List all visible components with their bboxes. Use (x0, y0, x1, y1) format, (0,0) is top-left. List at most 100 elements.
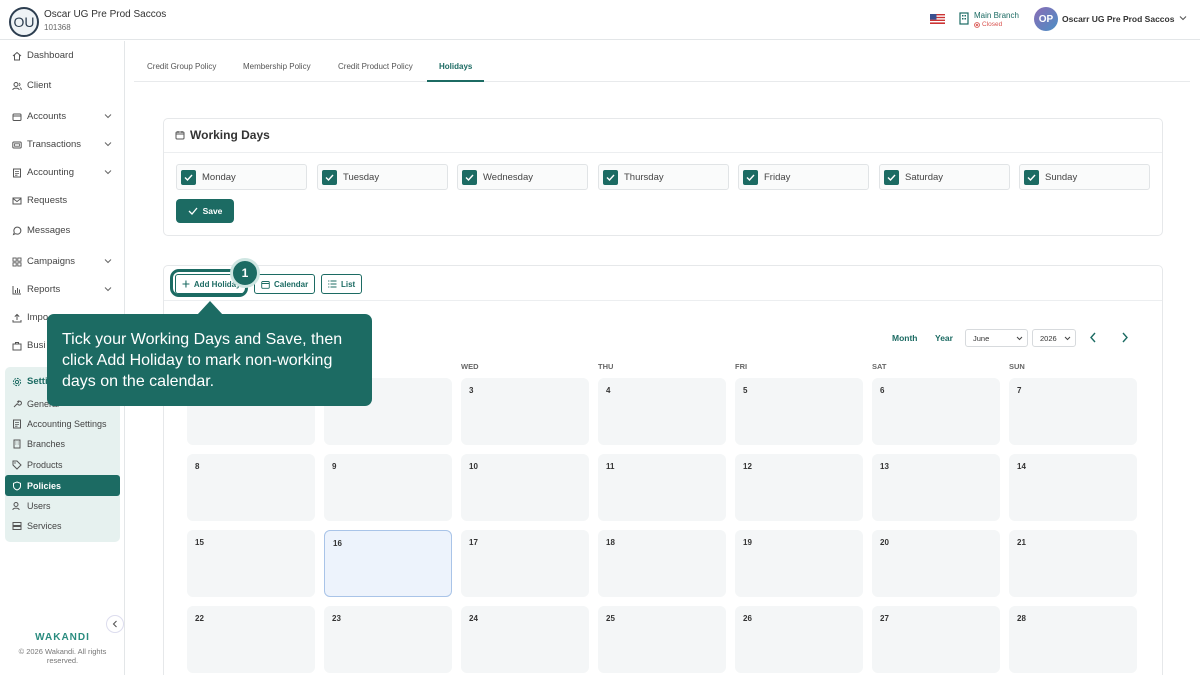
sidebar-item-campaigns[interactable]: Campaigns (12, 256, 112, 267)
sidebar-item-messages[interactable]: Messages (12, 225, 112, 236)
building-icon (13, 439, 21, 449)
divider (164, 152, 1162, 153)
calendar-day-cell[interactable]: 5 (735, 378, 863, 445)
calendar-day-cell[interactable]: 13 (872, 454, 1000, 521)
day-number: 22 (195, 614, 204, 623)
calendar-day-cell[interactable]: 27 (872, 606, 1000, 673)
gear-icon (12, 377, 22, 386)
chart-icon (12, 285, 21, 294)
sidebar-item-accounting[interactable]: Accounting (12, 167, 112, 178)
check-icon[interactable] (181, 169, 196, 185)
check-icon[interactable] (603, 169, 618, 185)
calendar-day-cell[interactable]: 12 (735, 454, 863, 521)
day-checkbox-thursday[interactable]: Thursday (598, 164, 729, 190)
day-number: 8 (195, 462, 200, 471)
prev-month-button[interactable] (1089, 332, 1097, 343)
day-number: 4 (606, 386, 611, 395)
calendar-day-cell[interactable]: 11 (598, 454, 726, 521)
sidebar-subitem-services[interactable]: Services (12, 521, 62, 531)
working-days-card: Working Days Monday Tuesday Wednesday Th… (163, 118, 1163, 236)
day-checkbox-friday[interactable]: Friday (738, 164, 869, 190)
tab-membership-policy[interactable]: Membership Policy (243, 62, 311, 71)
list-view-button[interactable]: List (321, 274, 363, 294)
sidebar-item-reports[interactable]: Reports (12, 284, 112, 295)
calendar-day-cell[interactable]: 14 (1009, 454, 1137, 521)
chevron-down-icon (104, 114, 112, 119)
user-name[interactable]: Oscarr UG Pre Prod Saccos (1062, 14, 1174, 24)
calendar-day-cell[interactable]: 19 (735, 530, 863, 597)
calendar-day-cell[interactable]: 15 (187, 530, 315, 597)
chevron-down-icon (104, 142, 112, 147)
year-select[interactable]: 2026 (1032, 329, 1076, 347)
check-icon[interactable] (1024, 169, 1039, 185)
calendar-day-cell[interactable]: 28 (1009, 606, 1137, 673)
month-select[interactable]: June (965, 329, 1028, 347)
day-checkbox-sunday[interactable]: Sunday (1019, 164, 1150, 190)
sidebar-subitem-products[interactable]: Products (12, 460, 63, 470)
tooltip-arrow (197, 301, 223, 315)
calendar-view-button[interactable]: Calendar (254, 274, 316, 294)
tab-holidays[interactable]: Holidays (439, 62, 472, 71)
calendar-day-cell[interactable]: 8 (187, 454, 315, 521)
calendar-day-cell[interactable]: 22 (187, 606, 315, 673)
next-month-button[interactable] (1121, 332, 1129, 343)
save-button[interactable]: Save (176, 199, 234, 223)
tab-credit-product-policy[interactable]: Credit Product Policy (338, 62, 413, 71)
year-view-toggle[interactable]: Year (935, 333, 953, 343)
sidebar-item-requests[interactable]: Requests (12, 195, 112, 206)
calendar-day-cell[interactable]: 6 (872, 378, 1000, 445)
sidebar-subitem-users[interactable]: Users (12, 501, 51, 511)
calendar-day-cell[interactable]: 3 (461, 378, 589, 445)
step-badge: 1 (230, 258, 260, 288)
day-label: Tuesday (343, 171, 380, 183)
calendar-icon (261, 280, 270, 289)
day-checkbox-monday[interactable]: Monday (176, 164, 307, 190)
day-checkbox-wednesday[interactable]: Wednesday (457, 164, 588, 190)
top-bar: OU Oscar UG Pre Prod Saccos 101368 Main … (0, 0, 1200, 40)
us-flag-icon[interactable] (930, 14, 945, 24)
avatar[interactable]: OP (1034, 7, 1058, 31)
day-checkbox-saturday[interactable]: Saturday (879, 164, 1010, 190)
day-number: 9 (332, 462, 337, 471)
sidebar-subitem-policies[interactable]: Policies (5, 475, 120, 496)
check-icon[interactable] (462, 169, 477, 185)
calendar-day-cell[interactable]: 17 (461, 530, 589, 597)
active-tab-indicator (427, 80, 484, 82)
calendar-day-cell[interactable]: 25 (598, 606, 726, 673)
day-number: 27 (880, 614, 889, 623)
calendar-day-cell[interactable]: 4 (598, 378, 726, 445)
sidebar-item-client[interactable]: Client (12, 80, 112, 91)
calendar-day-cell[interactable]: 7 (1009, 378, 1137, 445)
weekday-header: THU (598, 362, 614, 371)
chevron-down-icon (1016, 336, 1023, 340)
check-icon[interactable] (884, 169, 899, 185)
sidebar-subitem-branches[interactable]: Branches (12, 439, 65, 449)
day-checkbox-tuesday[interactable]: Tuesday (317, 164, 448, 190)
sidebar-item-dashboard[interactable]: Dashboard (12, 50, 112, 61)
sidebar-subitem-accounting-settings[interactable]: Accounting Settings (12, 419, 107, 429)
collapse-sidebar-button[interactable] (106, 615, 124, 633)
day-number: 5 (743, 386, 748, 395)
calendar-day-cell[interactable]: 23 (324, 606, 452, 673)
sidebar-item-transactions[interactable]: Transactions (12, 139, 112, 150)
tab-credit-group-policy[interactable]: Credit Group Policy (147, 62, 216, 71)
check-icon[interactable] (743, 169, 758, 185)
weekday-header: WED (461, 362, 479, 371)
check-icon[interactable] (322, 169, 337, 185)
calendar-day-cell[interactable]: 18 (598, 530, 726, 597)
calendar-day-cell[interactable]: 21 (1009, 530, 1137, 597)
calendar-day-cell[interactable]: 24 (461, 606, 589, 673)
chevron-down-icon[interactable] (1179, 15, 1187, 21)
calendar-day-cell[interactable]: 16 (324, 530, 452, 597)
day-number: 18 (606, 538, 615, 547)
month-view-toggle[interactable]: Month (892, 333, 918, 343)
calendar-day-cell[interactable]: 10 (461, 454, 589, 521)
sidebar-item-accounts[interactable]: Accounts (12, 111, 112, 122)
wrench-icon (13, 400, 22, 408)
home-icon (12, 51, 22, 60)
day-label: Friday (764, 171, 791, 183)
calendar-day-cell[interactable]: 9 (324, 454, 452, 521)
calendar-day-cell[interactable]: 20 (872, 530, 1000, 597)
calendar-day-cell[interactable]: 26 (735, 606, 863, 673)
branch-name[interactable]: Main Branch (974, 11, 1019, 20)
